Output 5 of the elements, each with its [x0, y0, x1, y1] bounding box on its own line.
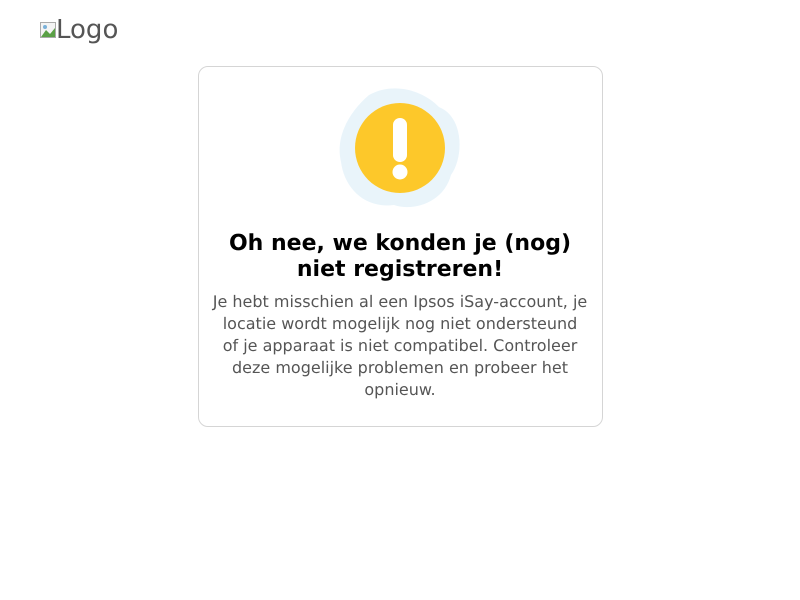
warning-icon	[339, 87, 461, 209]
broken-image-icon	[40, 22, 56, 38]
broken-image-logo: Logo	[40, 14, 760, 46]
error-title: Oh nee, we konden je (nog) niet registreren!	[228, 231, 572, 283]
error-message: Je hebt misschien al een Ipsos iSay-account, je locatie wordt mogelijk nog niet ondersteund of je apparaat is niet compatibel. Controleer deze mogelijke problemen en probeer het opnieuw.	[212, 291, 588, 401]
